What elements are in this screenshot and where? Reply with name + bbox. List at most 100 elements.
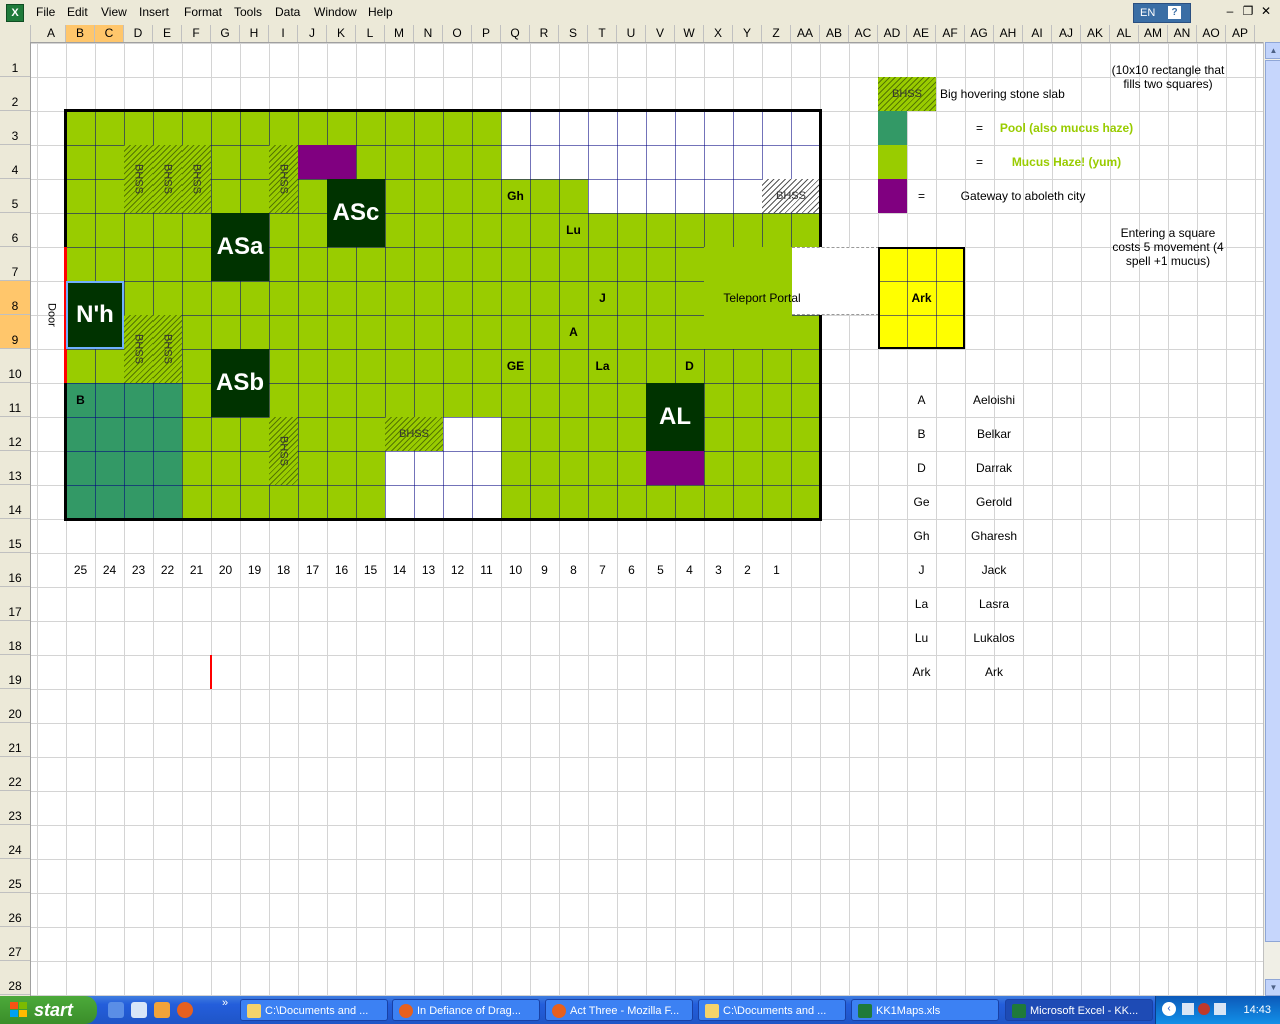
legend-gateway-swatch[interactable] [878, 179, 907, 213]
column-header-af[interactable]: AF [936, 25, 965, 42]
column-header-ac[interactable]: AC [849, 25, 878, 42]
row-header-8[interactable]: 8 [0, 281, 30, 315]
column-header-g[interactable]: G [211, 25, 240, 42]
close-icon[interactable]: ✕ [1258, 4, 1274, 18]
column-header-an[interactable]: AN [1168, 25, 1197, 42]
column-header-ab[interactable]: AB [820, 25, 849, 42]
row-header-11[interactable]: 11 [0, 383, 30, 417]
tray-security-icon[interactable] [1198, 1003, 1210, 1015]
column-header-m[interactable]: M [385, 25, 414, 42]
row-header-4[interactable]: 4 [0, 145, 30, 179]
row-header-28[interactable]: 28 [0, 961, 30, 995]
column-header-o[interactable]: O [443, 25, 472, 42]
menu-file[interactable]: File [36, 5, 55, 19]
legend-pool-swatch[interactable] [878, 111, 907, 145]
column-header-al[interactable]: AL [1110, 25, 1139, 42]
column-header-q[interactable]: Q [501, 25, 530, 42]
column-header-ap[interactable]: AP [1226, 25, 1255, 42]
row-header-23[interactable]: 23 [0, 791, 30, 825]
column-header-t[interactable]: T [588, 25, 617, 42]
row-header-16[interactable]: 16 [0, 553, 30, 587]
row-header-9[interactable]: 9 [0, 315, 30, 349]
tray-expand-icon[interactable]: ‹ [1162, 1002, 1176, 1016]
row-header-10[interactable]: 10 [0, 349, 30, 383]
quicklaunch-media-icon[interactable] [154, 1002, 170, 1018]
column-header-ak[interactable]: AK [1081, 25, 1110, 42]
row-header-7[interactable]: 7 [0, 247, 30, 281]
tray-volume-icon[interactable] [1214, 1003, 1226, 1015]
column-header-ah[interactable]: AH [994, 25, 1023, 42]
column-header-f[interactable]: F [182, 25, 211, 42]
scroll-up-icon[interactable]: ▲ [1265, 42, 1280, 59]
column-header-v[interactable]: V [646, 25, 675, 42]
column-header-e[interactable]: E [153, 25, 182, 42]
column-header-j[interactable]: J [298, 25, 327, 42]
column-header-ao[interactable]: AO [1197, 25, 1226, 42]
column-header-k[interactable]: K [327, 25, 356, 42]
row-header-19[interactable]: 19 [0, 655, 30, 689]
task-folder-2[interactable]: C:\Documents and ... [698, 999, 846, 1021]
task-excel-active[interactable]: Microsoft Excel - KK... [1005, 999, 1153, 1021]
column-header-ad[interactable]: AD [878, 25, 907, 42]
column-header-u[interactable]: U [617, 25, 646, 42]
row-header-3[interactable]: 3 [0, 111, 30, 145]
column-header-i[interactable]: I [269, 25, 298, 42]
row-header-21[interactable]: 21 [0, 723, 30, 757]
excel-app-icon[interactable]: X [6, 4, 24, 22]
menu-insert[interactable]: Insert [139, 5, 169, 19]
row-header-20[interactable]: 20 [0, 689, 30, 723]
column-header-l[interactable]: L [356, 25, 385, 42]
worksheet-grid[interactable]: Door BHSS BHSS BHSS BHSS BHSS BHSS BHSS BHSS BHSS… [31, 43, 1263, 996]
row-header-2[interactable]: 2 [0, 77, 30, 111]
column-header-n[interactable]: N [414, 25, 443, 42]
quicklaunch-explorer-icon[interactable] [131, 1002, 147, 1018]
row-header-25[interactable]: 25 [0, 859, 30, 893]
column-header-am[interactable]: AM [1139, 25, 1168, 42]
row-header-6[interactable]: 6 [0, 213, 30, 247]
row-header-24[interactable]: 24 [0, 825, 30, 859]
menu-data[interactable]: Data [275, 5, 300, 19]
column-header-r[interactable]: R [530, 25, 559, 42]
scrollbar-thumb[interactable] [1265, 60, 1280, 942]
row-header-27[interactable]: 27 [0, 927, 30, 961]
legend-mucus-swatch[interactable] [878, 145, 907, 179]
column-header-aa[interactable]: AA [791, 25, 820, 42]
task-excel-file[interactable]: KK1Maps.xls [851, 999, 999, 1021]
show-desktop-icon[interactable] [108, 1002, 124, 1018]
restore-icon[interactable]: ❐ [1240, 4, 1256, 18]
column-header-h[interactable]: H [240, 25, 269, 42]
tray-network-icon[interactable] [1182, 1003, 1194, 1015]
column-header-ae[interactable]: AE [907, 25, 936, 42]
start-button[interactable]: start [0, 996, 97, 1024]
column-header-a[interactable]: A [37, 25, 66, 42]
menu-tools[interactable]: Tools [234, 5, 262, 19]
menu-help[interactable]: Help [368, 5, 393, 19]
select-all-corner[interactable] [0, 25, 31, 42]
column-header-s[interactable]: S [559, 25, 588, 42]
row-header-22[interactable]: 22 [0, 757, 30, 791]
row-header-17[interactable]: 17 [0, 587, 30, 621]
column-header-aj[interactable]: AJ [1052, 25, 1081, 42]
column-header-ai[interactable]: AI [1023, 25, 1052, 42]
vertical-scrollbar[interactable]: ▲ ▼ [1263, 42, 1280, 996]
row-header-14[interactable]: 14 [0, 485, 30, 519]
row-header-26[interactable]: 26 [0, 893, 30, 927]
column-header-z[interactable]: Z [762, 25, 791, 42]
column-header-c[interactable]: C [95, 25, 124, 42]
scroll-down-icon[interactable]: ▼ [1265, 979, 1280, 996]
task-firefox-1[interactable]: In Defiance of Drag... [392, 999, 540, 1021]
menu-format[interactable]: Format [184, 5, 222, 19]
column-header-y[interactable]: Y [733, 25, 762, 42]
language-indicator[interactable]: EN ? [1133, 3, 1191, 23]
minimize-icon[interactable]: – [1222, 4, 1238, 18]
column-header-w[interactable]: W [675, 25, 704, 42]
row-header-18[interactable]: 18 [0, 621, 30, 655]
menu-view[interactable]: View [101, 5, 127, 19]
column-header-x[interactable]: X [704, 25, 733, 42]
row-header-15[interactable]: 15 [0, 519, 30, 553]
column-header-p[interactable]: P [472, 25, 501, 42]
column-header-b[interactable]: B [66, 25, 95, 42]
row-header-12[interactable]: 12 [0, 417, 30, 451]
row-header-13[interactable]: 13 [0, 451, 30, 485]
task-firefox-2[interactable]: Act Three - Mozilla F... [545, 999, 693, 1021]
